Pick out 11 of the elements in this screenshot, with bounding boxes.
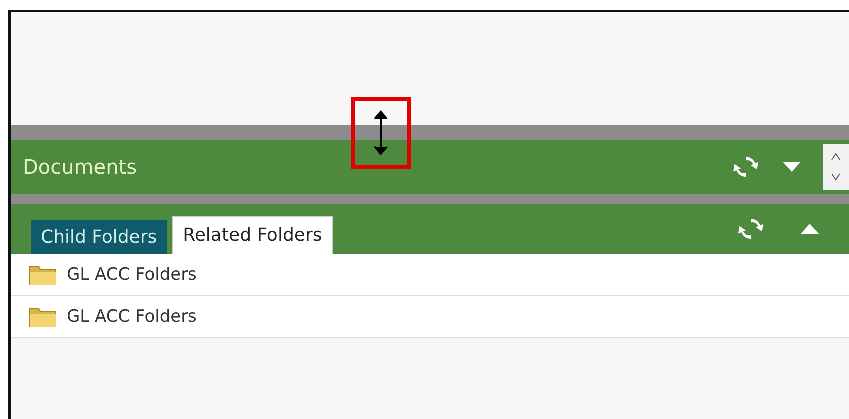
- folder-icon: [29, 306, 57, 328]
- folder-tab[interactable]: Related Folders: [172, 216, 334, 254]
- folder-name[interactable]: GL ACC Folders: [67, 306, 197, 326]
- folder-icon: [29, 264, 57, 286]
- resize-cursor-icon: [374, 110, 388, 156]
- folder-tab[interactable]: Child Folders: [31, 220, 168, 254]
- caret-icon[interactable]: [801, 224, 819, 234]
- caret-icon[interactable]: [783, 162, 801, 172]
- panel-title: Documents: [23, 155, 138, 179]
- scroll-stepper[interactable]: [823, 144, 849, 190]
- folder-name[interactable]: GL ACC Folders: [67, 264, 197, 284]
